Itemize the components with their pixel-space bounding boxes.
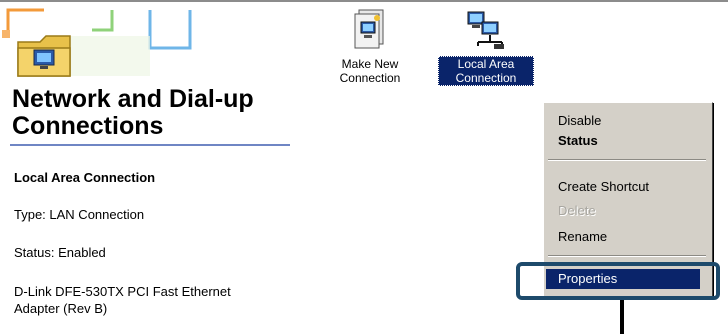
title-divider <box>10 144 290 146</box>
connection-type: Type: LAN Connection <box>14 207 145 222</box>
local-area-connection-label: Local Area Connection <box>438 56 534 86</box>
connection-name: Local Area Connection <box>14 170 156 185</box>
connection-adapter: D-Link DFE-530TX PCI Fast Ethernet Adapt… <box>14 284 231 316</box>
make-new-connection-icon <box>354 9 384 49</box>
callout-highlight <box>516 262 720 300</box>
callout-pointer <box>620 300 624 334</box>
make-new-connection-label: Make New Connection <box>339 57 401 85</box>
page-title: Network and Dial-up Connections <box>12 85 254 140</box>
connection-status: Status: Enabled <box>14 245 106 260</box>
menu-item-status[interactable]: Status <box>558 131 598 151</box>
info-pane: Network and Dial-up Connections Local Ar… <box>0 0 300 334</box>
menu-item-disable[interactable]: Disable <box>558 111 601 131</box>
menu-item-rename[interactable]: Rename <box>558 227 607 247</box>
connection-details: Local Area Connection Type: LAN Connecti… <box>14 170 294 317</box>
menu-item-create-shortcut[interactable]: Create Shortcut <box>558 177 649 197</box>
make-new-connection-item[interactable]: Make New Connection <box>322 8 418 86</box>
network-folder-icon <box>2 8 192 77</box>
local-area-connection-icon <box>467 11 504 49</box>
menu-separator <box>548 159 706 161</box>
menu-separator <box>548 255 706 257</box>
menu-item-delete: Delete <box>558 203 596 218</box>
local-area-connection-item[interactable]: Local Area Connection <box>438 8 534 86</box>
